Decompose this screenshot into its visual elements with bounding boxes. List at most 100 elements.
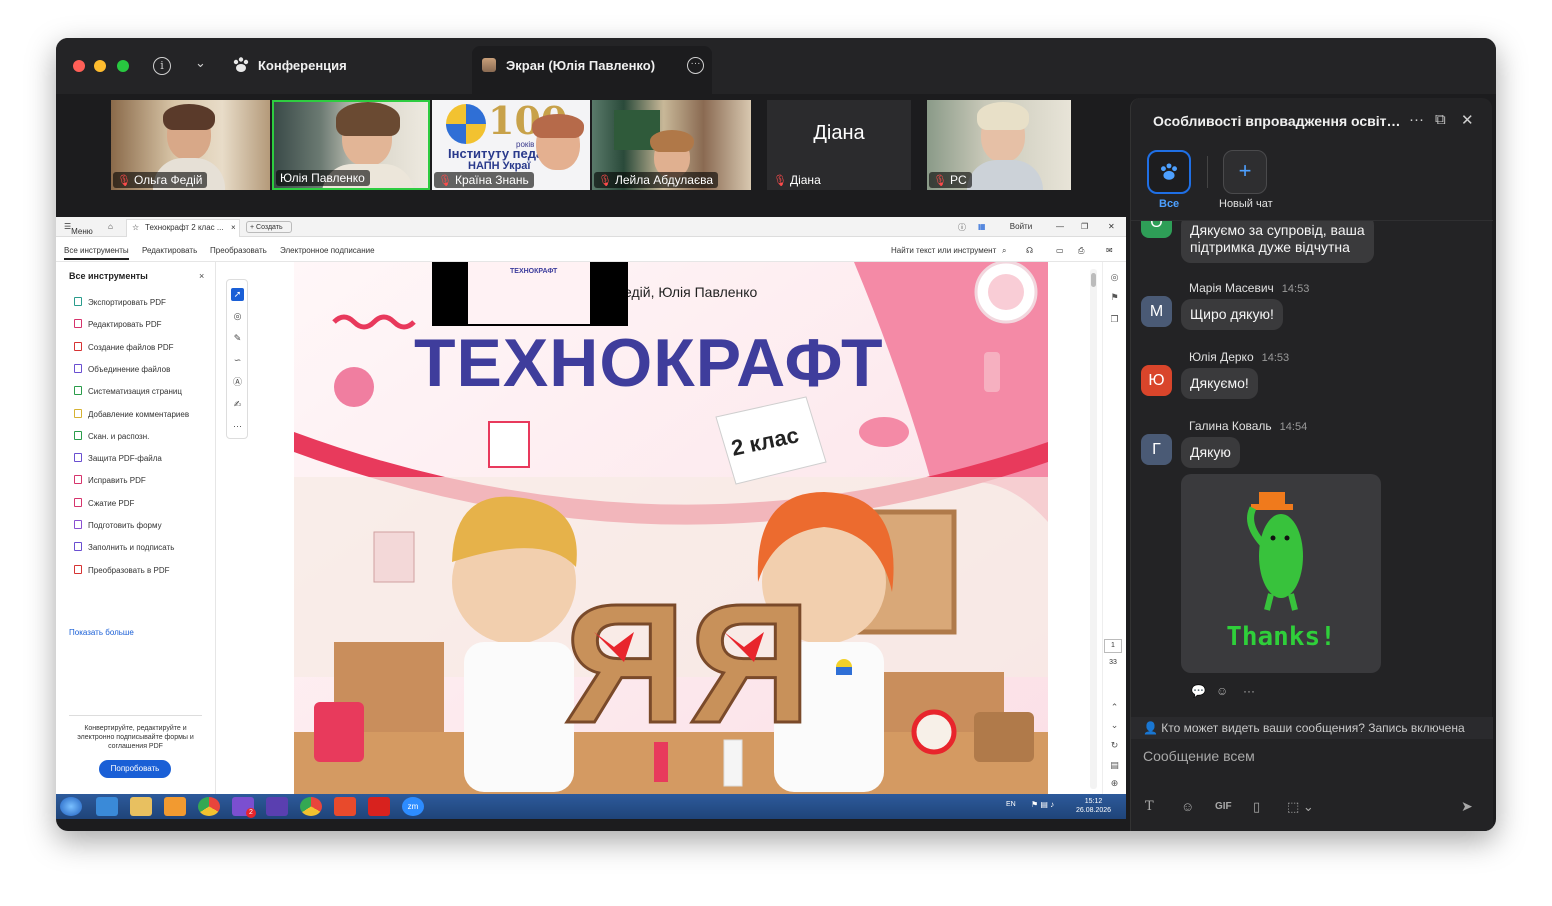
highlight-pen-icon[interactable]: ✎ bbox=[231, 332, 244, 345]
explorer-icon[interactable] bbox=[130, 797, 152, 816]
file-icon[interactable]: ▯ bbox=[1253, 799, 1260, 815]
show-more-link[interactable]: Показать больше bbox=[69, 628, 134, 637]
text-box-icon[interactable]: Ⓐ bbox=[231, 376, 244, 389]
tray-icons[interactable]: ⚑ ▤ ♪ bbox=[1031, 800, 1054, 809]
save-app-icon[interactable] bbox=[266, 797, 288, 816]
tool-item[interactable]: Создание файлов PDF bbox=[74, 341, 173, 356]
document-tab[interactable]: ☆ Технокрафт 2 клас ... × bbox=[126, 219, 240, 237]
message-bubble[interactable]: Щиро дякую! bbox=[1181, 299, 1283, 330]
send-icon[interactable]: ➤ bbox=[1461, 798, 1481, 816]
minimize-icon[interactable]: — bbox=[1056, 222, 1064, 231]
login-button[interactable]: Войти bbox=[996, 220, 1046, 234]
close-tab-icon[interactable]: × bbox=[231, 223, 236, 232]
tool-item[interactable]: Объединение файлов bbox=[74, 363, 170, 378]
thanks-sticker[interactable]: Thanks! bbox=[1181, 474, 1381, 673]
close-chat-icon[interactable]: ✕ bbox=[1461, 111, 1474, 129]
bookmark-icon[interactable]: ⚑ bbox=[1108, 292, 1121, 304]
chevron-down-icon[interactable]: ⌄ bbox=[195, 55, 206, 71]
comment-icon[interactable]: ◎ bbox=[231, 310, 244, 323]
tool-item[interactable]: Подготовить форму bbox=[74, 520, 162, 534]
mail-icon[interactable]: ✉ bbox=[1106, 246, 1113, 255]
draw-icon[interactable]: ∽ bbox=[231, 354, 244, 367]
language-indicator[interactable]: EN bbox=[1006, 801, 1016, 808]
screen-share-tab[interactable]: Экран (Юлія Павленко) ··· bbox=[472, 46, 712, 94]
tool-item[interactable]: Скан. и распозн. bbox=[74, 430, 149, 445]
tool-item[interactable]: Добавление комментариев bbox=[74, 408, 189, 423]
media-player-icon[interactable] bbox=[164, 797, 186, 816]
maximize-window-button[interactable] bbox=[117, 60, 129, 72]
zoom-app-icon[interactable]: zm bbox=[402, 797, 424, 816]
tool-item[interactable]: Преобразовать в PDF bbox=[74, 564, 169, 579]
tool-item[interactable]: Исправить PDF bbox=[74, 475, 146, 489]
info-icon[interactable]: i bbox=[153, 57, 171, 75]
sign-icon[interactable]: ✍ bbox=[231, 398, 244, 411]
more-actions-icon[interactable]: ··· bbox=[1243, 684, 1255, 698]
participant-tile[interactable]: 🎙 Лейла Абдулаєва bbox=[592, 100, 751, 190]
minimize-window-button[interactable] bbox=[94, 60, 106, 72]
reply-icon[interactable]: 💬 bbox=[1191, 684, 1206, 698]
tool-item[interactable]: Экспортировать PDF bbox=[74, 297, 166, 311]
participant-tile[interactable]: 100 рокiв Інституту педаг НАПН Украї 🎙 Кр… bbox=[432, 100, 590, 190]
chevron-up-icon[interactable]: ⌃ bbox=[1108, 702, 1121, 714]
zoom-in-icon[interactable]: ⊕ bbox=[1108, 778, 1121, 790]
message-bubble[interactable]: Дякуємо! bbox=[1181, 368, 1258, 399]
headphones-icon[interactable]: ☊ bbox=[1026, 246, 1033, 255]
search-tools-input[interactable]: Найти текст или инструмент bbox=[891, 246, 996, 255]
restore-icon[interactable]: ❐ bbox=[1081, 222, 1088, 231]
help-icon[interactable]: ⓘ bbox=[958, 222, 966, 233]
search-icon[interactable]: ⌕ bbox=[1002, 246, 1006, 256]
print-icon[interactable]: ⎙ bbox=[1078, 246, 1084, 256]
message-list[interactable]: О Дякуємо за супровід, ваша підтримка дуж… bbox=[1131, 220, 1493, 717]
chevron-down-icon[interactable]: ⌄ bbox=[1108, 720, 1121, 732]
scrollbar-thumb[interactable] bbox=[1091, 273, 1096, 287]
chrome-icon[interactable] bbox=[198, 797, 220, 816]
ie-icon[interactable] bbox=[96, 797, 118, 816]
current-page-input[interactable]: 1 bbox=[1104, 639, 1122, 653]
message-bubble[interactable]: Дякуємо за супровід, ваша підтримка дуже … bbox=[1181, 221, 1374, 263]
create-button[interactable]: + Создать bbox=[246, 221, 292, 233]
close-icon[interactable]: ✕ bbox=[1108, 222, 1115, 231]
star-icon[interactable]: ☆ bbox=[132, 223, 139, 232]
text-format-icon[interactable]: T bbox=[1145, 799, 1154, 814]
home-icon[interactable]: ⌂ bbox=[108, 222, 113, 231]
tool-item[interactable]: Систематизация страниц bbox=[74, 386, 182, 400]
conference-label[interactable]: Конференция bbox=[258, 58, 347, 73]
copy-icon[interactable]: ❐ bbox=[1108, 314, 1121, 326]
acrobat-icon[interactable] bbox=[368, 797, 390, 816]
tool-item[interactable]: Редактировать PDF bbox=[74, 319, 161, 333]
participant-tile[interactable]: 🎙 Ольга Федій bbox=[111, 100, 270, 190]
start-button[interactable] bbox=[60, 797, 82, 816]
pop-out-icon[interactable]: ⧉ bbox=[1435, 111, 1446, 128]
message-bubble[interactable]: Дякую bbox=[1181, 437, 1240, 468]
tab-convert[interactable]: Преобразовать bbox=[210, 246, 267, 255]
tab-e-sign[interactable]: Электронное подписание bbox=[280, 246, 375, 255]
tab-all-tools[interactable]: Все инструменты bbox=[64, 246, 129, 260]
emoji-icon[interactable]: ☺ bbox=[1181, 799, 1194, 814]
try-button[interactable]: Попробовать bbox=[99, 760, 171, 778]
channel-all-button[interactable] bbox=[1147, 150, 1191, 194]
participant-tile[interactable]: Діана 🎙 Діана bbox=[767, 100, 911, 190]
page-view-icon[interactable]: ▤ bbox=[1108, 760, 1121, 772]
apps-icon[interactable]: ▦ bbox=[978, 222, 986, 231]
participant-tile-active-speaker[interactable]: Юлія Павленко bbox=[272, 100, 430, 190]
screenshot-icon[interactable]: ⬚ ⌄ bbox=[1287, 799, 1314, 815]
participant-tile[interactable]: 🎙 PC bbox=[927, 100, 1071, 190]
message-input[interactable]: Сообщение всем bbox=[1143, 748, 1255, 764]
ai-assistant-icon[interactable]: ◎ bbox=[1108, 272, 1121, 284]
system-clock[interactable]: 15:12 26.08.2026 bbox=[1076, 797, 1111, 815]
close-panel-icon[interactable]: × bbox=[199, 271, 204, 281]
viber-icon[interactable]: 2 bbox=[232, 797, 256, 818]
more-options-icon[interactable]: ··· bbox=[687, 57, 704, 74]
menu-button[interactable]: ☰ Меню bbox=[64, 222, 93, 236]
message-input-area[interactable]: Сообщение всем T ☺ GIF ▯ ⬚ ⌄ ➤ bbox=[1131, 739, 1493, 831]
add-reaction-icon[interactable]: ☺ bbox=[1216, 684, 1228, 698]
chrome-profile-icon[interactable] bbox=[300, 797, 322, 816]
rotate-icon[interactable]: ↻ bbox=[1108, 740, 1121, 752]
message-visibility-notice[interactable]: 👤 Кто может видеть ваши сообщения? Запис… bbox=[1131, 717, 1493, 739]
tool-item[interactable]: Защита PDF-файла bbox=[74, 453, 162, 467]
select-cursor-icon[interactable]: ➚ bbox=[231, 288, 244, 301]
tab-edit[interactable]: Редактировать bbox=[142, 246, 197, 255]
page-scrollbar[interactable] bbox=[1090, 269, 1097, 789]
new-chat-button[interactable]: + bbox=[1223, 150, 1267, 194]
gif-button[interactable]: GIF bbox=[1215, 801, 1232, 812]
